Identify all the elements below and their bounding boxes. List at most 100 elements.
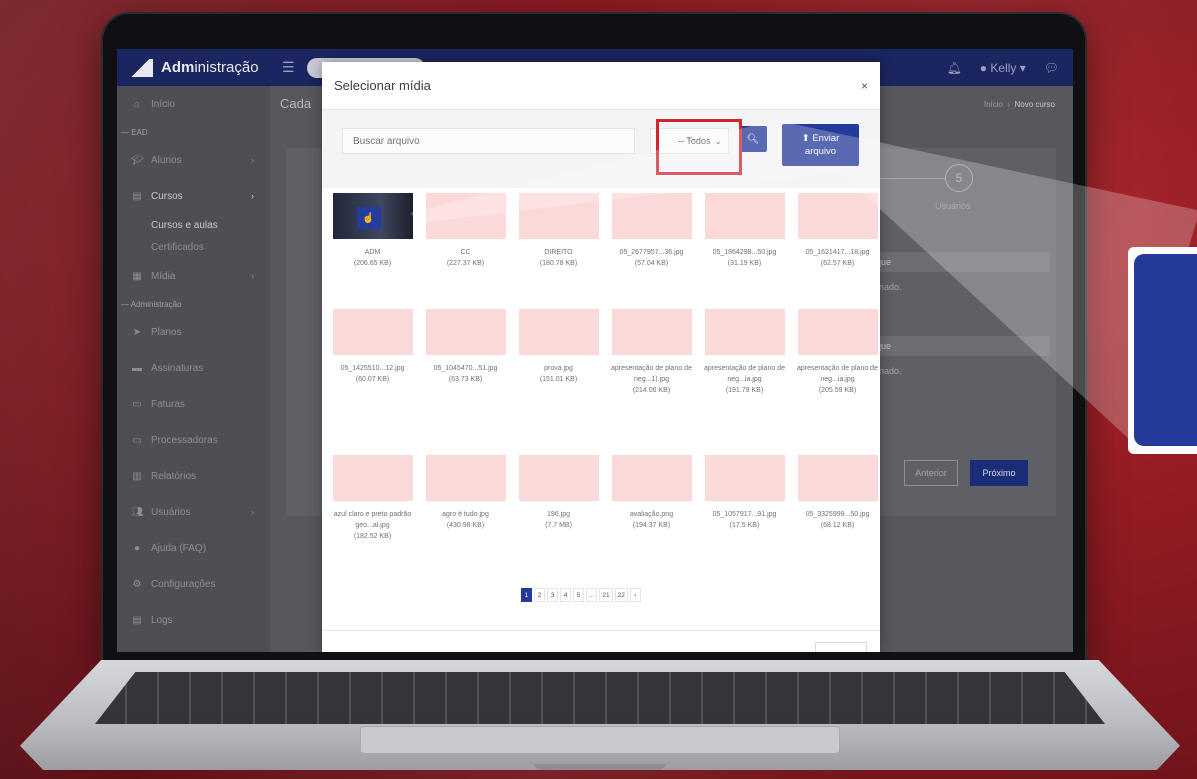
media-thumbnail[interactable] (704, 193, 785, 239)
media-item[interactable]: 05_3325999...50.jpg (68.12 KB) (795, 455, 880, 531)
media-item[interactable]: ☝ ADM (206.65 KB) (330, 193, 415, 269)
page-button[interactable]: 5 (573, 588, 584, 602)
media-caption: apresentação de plano de neg...ia.jpg (20… (795, 363, 880, 396)
send-icon: ➤ (132, 326, 142, 338)
media-thumbnail[interactable] (332, 455, 413, 501)
sidebar-subitem[interactable]: Certificados (117, 236, 270, 258)
media-thumbnail[interactable]: ☝ (332, 193, 413, 239)
hamburger-menu-icon[interactable]: ☰ (282, 59, 295, 76)
stepper-step[interactable]: 5 (945, 164, 973, 192)
media-thumbnail[interactable] (332, 309, 413, 355)
page-button[interactable]: 2 (534, 588, 545, 602)
media-item[interactable]: avaliação.png (194.37 KB) (609, 455, 694, 531)
media-caption: DIREITO (180.78 KB) (516, 247, 601, 269)
user-menu[interactable]: ● Kelly ▾ (980, 61, 1026, 75)
laptop-keyboard (95, 672, 1105, 724)
media-item[interactable]: apresentação de plano de neg...ia.jpg (20… (795, 309, 880, 396)
previous-button[interactable]: Anterior (904, 460, 958, 486)
media-thumbnail[interactable] (704, 309, 785, 355)
media-caption: apresentação de plano de neg...1).jpg (21… (609, 363, 694, 396)
close-icon[interactable]: × (861, 79, 868, 93)
sidebar-item-label: Mídia (151, 270, 176, 282)
sidebar-item[interactable]: ▭ Processadoras (117, 422, 270, 458)
media-thumbnail[interactable] (425, 455, 506, 501)
media-thumbnail[interactable] (797, 193, 878, 239)
course-field-1[interactable]: que (870, 252, 1050, 272)
upload-file-button[interactable]: ⬆ Enviar arquivo (782, 124, 859, 166)
media-thumbnail[interactable] (611, 309, 692, 355)
media-thumbnail[interactable] (518, 455, 599, 501)
page-button[interactable]: 22 (614, 588, 628, 602)
media-item[interactable]: 05_1864298...50.jpg (31.19 KB) (702, 193, 787, 269)
media-item[interactable]: 05_1621417...18.jpg (62.57 KB) (795, 193, 880, 269)
media-thumbnail[interactable] (797, 455, 878, 501)
page-button[interactable]: 1 (521, 588, 532, 602)
modal-footer-button[interactable] (815, 642, 867, 652)
sidebar-item[interactable]: ▤ Logs (117, 602, 270, 638)
page-button[interactable]: ... (586, 588, 598, 602)
media-item[interactable]: 05_1425510...12.jpg (60.07 KB) (330, 309, 415, 385)
media-filename: DIREITO (544, 249, 573, 256)
sidebar-item-label: Ajuda (FAQ) (151, 542, 207, 554)
media-item[interactable]: 196.jpg (7.7 MB) (516, 455, 601, 531)
media-thumbnail[interactable] (518, 193, 599, 239)
media-thumbnail[interactable] (425, 193, 506, 239)
sidebar-item[interactable]: ⚙ Configurações (117, 566, 270, 602)
media-thumbnail[interactable] (704, 455, 785, 501)
sidebar-item[interactable]: ▬ Assinaturas (117, 350, 270, 386)
media-thumbnail[interactable] (425, 309, 506, 355)
app-brand[interactable]: Administração (117, 49, 270, 86)
sidebar-item[interactable]: ▤ Cursos › (117, 178, 270, 214)
media-filesize: (151.01 KB) (539, 376, 578, 383)
media-item[interactable]: prova.jpg (151.01 KB) (516, 309, 601, 385)
sidebar-item-label: Relatórios (151, 470, 197, 482)
sidebar-item[interactable]: ➤ Planos (117, 314, 270, 350)
media-caption: 196.jpg (7.7 MB) (516, 509, 601, 531)
course-field-2[interactable]: que (870, 336, 1050, 356)
media-caption: 05_3325999...50.jpg (68.12 KB) (795, 509, 880, 531)
graduation-cap-icon: 🎓︎ (131, 154, 144, 166)
media-item[interactable]: apresentação de plano de neg...1).jpg (21… (609, 309, 694, 396)
media-item[interactable]: 05_2677957...36.jpg (57.04 KB) (609, 193, 694, 269)
sidebar-item[interactable]: ▥ Relatórios (117, 458, 270, 494)
sidebar-subitem[interactable]: Cursos e aulas (117, 214, 270, 236)
gears-icon: ⚙ (132, 578, 142, 590)
next-button[interactable]: Próximo (970, 460, 1028, 486)
media-thumbnail[interactable] (611, 455, 692, 501)
media-item[interactable]: CC (227.37 KB) (423, 193, 508, 269)
sidebar-item[interactable]: ▦ Mídia › (117, 258, 270, 294)
media-filesize: (227.37 KB) (446, 260, 485, 267)
search-button[interactable]: 🔍︎ (739, 126, 767, 152)
media-item[interactable]: 05_1045470...51.jpg (63.73 KB) (423, 309, 508, 385)
media-item[interactable]: 05_1057917...91.jpg (17.5 KB) (702, 455, 787, 531)
sidebar-item-label: Usuários (151, 506, 191, 518)
media-item[interactable]: apresentação de plano de neg...ia.jpg (19… (702, 309, 787, 396)
chat-icon[interactable]: 💬︎ (1044, 61, 1059, 75)
chart-icon: ▥ (132, 470, 142, 482)
sidebar: ⌂ Início — EAD 🎓︎ Alunos › ▤ Cursos › Cursos e au… (117, 86, 270, 652)
sidebar-item[interactable]: ⌂ Início (117, 86, 270, 122)
media-filesize: (31.19 KB) (727, 260, 762, 267)
sidebar-item[interactable]: 🎓︎ Alunos › (117, 142, 270, 178)
breadcrumb-home[interactable]: Início (984, 100, 1003, 109)
bell-icon[interactable]: 🔔︎ (947, 61, 962, 75)
search-file-input[interactable] (342, 128, 635, 154)
media-filename: agro é tudo.jpg (442, 511, 489, 518)
page-button[interactable]: 3 (547, 588, 558, 602)
media-item[interactable]: DIREITO (180.78 KB) (516, 193, 601, 269)
sidebar-item[interactable]: ▭ Faturas (117, 386, 270, 422)
page-button[interactable]: 21 (599, 588, 613, 602)
sidebar-item[interactable]: 👥︎ Usuários › (117, 494, 270, 530)
sidebar-item[interactable]: ● Ajuda (FAQ) (117, 530, 270, 566)
page-button[interactable]: 4 (560, 588, 571, 602)
media-filesize: (191.79 KB) (725, 387, 764, 394)
media-item[interactable]: azul claro e preto padrão geo...al.jpg (1… (330, 455, 415, 542)
media-thumbnail[interactable] (797, 309, 878, 355)
media-thumbnail[interactable] (518, 309, 599, 355)
media-filesize: (62.57 KB) (820, 260, 855, 267)
media-filesize: (7.7 MB) (545, 522, 572, 529)
media-filesize: (17.5 KB) (729, 522, 760, 529)
media-thumbnail[interactable] (611, 193, 692, 239)
next-page-icon[interactable]: › (629, 588, 641, 602)
media-item[interactable]: agro é tudo.jpg (430.98 KB) (423, 455, 508, 531)
